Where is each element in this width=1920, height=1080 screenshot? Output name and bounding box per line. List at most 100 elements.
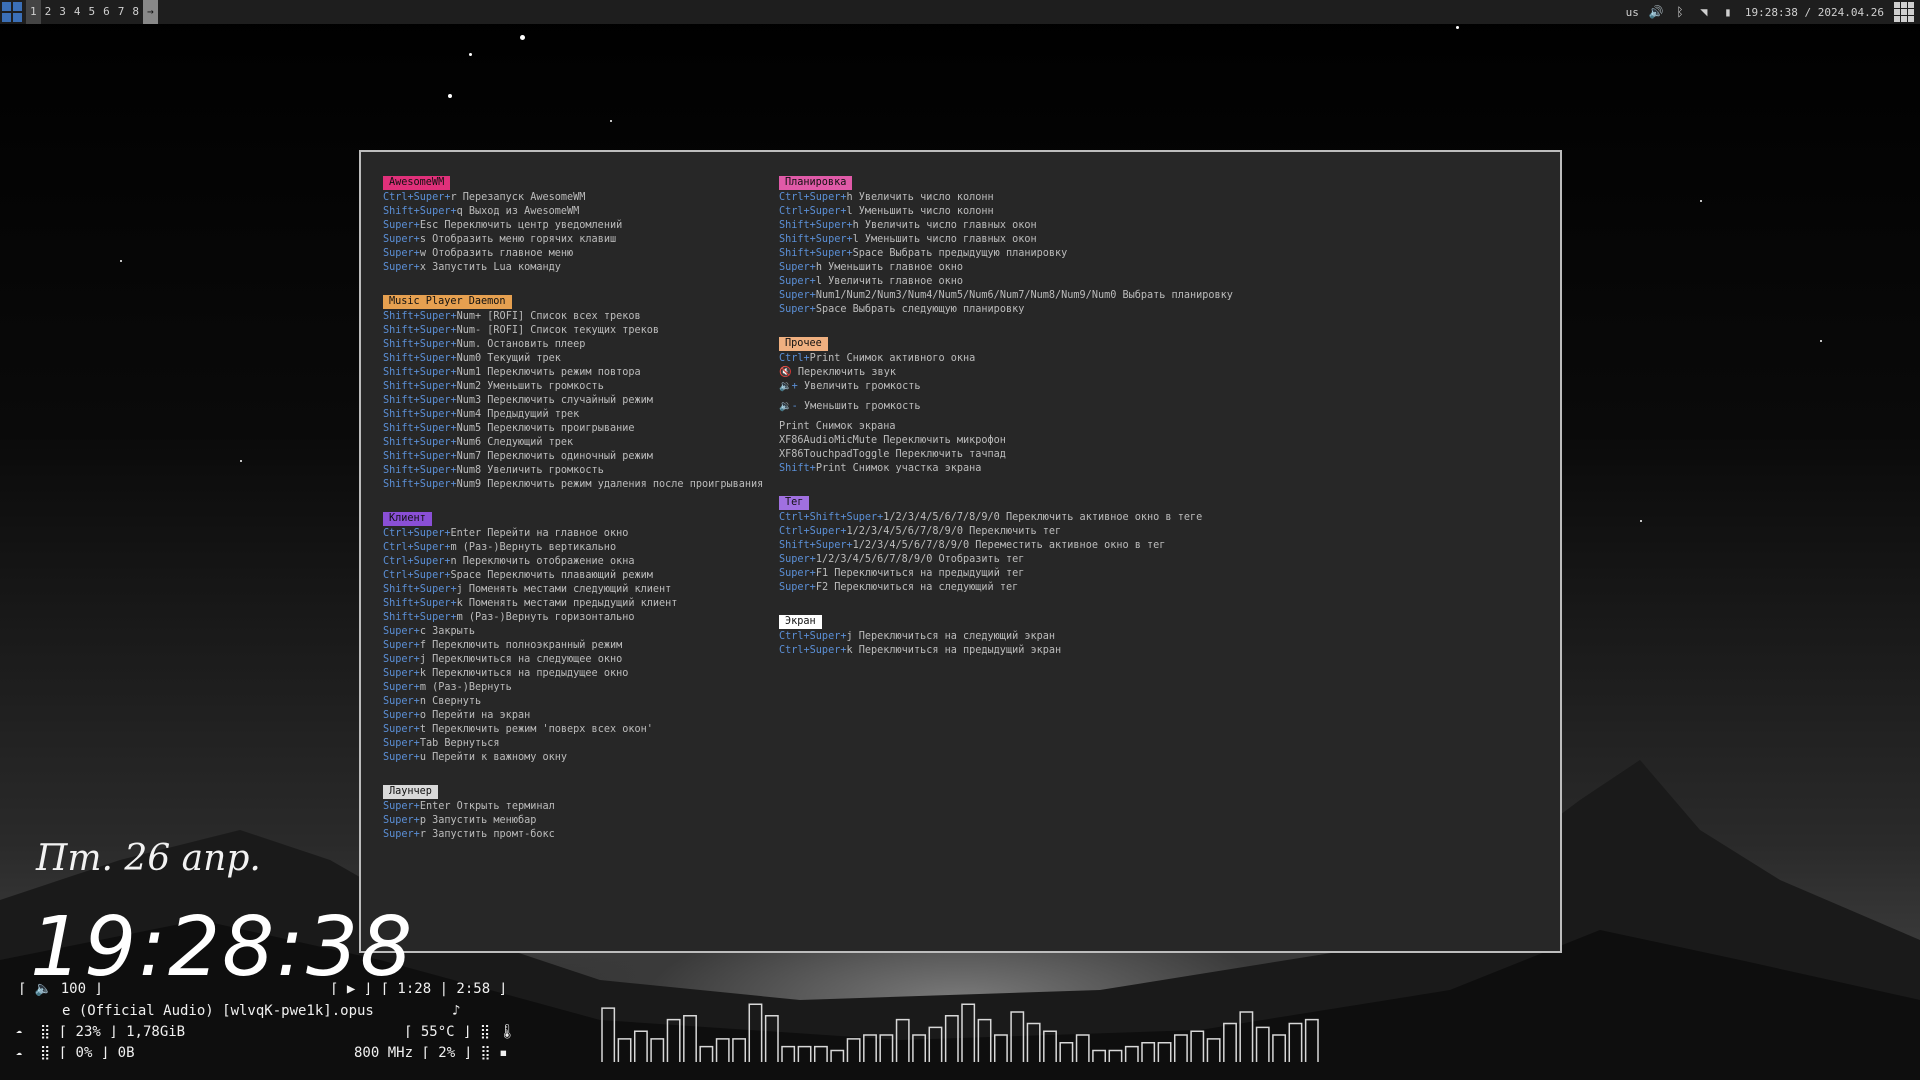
visualizer-bar: [813, 1045, 828, 1062]
wifi-icon[interactable]: ◥: [1697, 5, 1711, 19]
conky-track: e (Official Audio) [wlvqK-pwe1k].opus: [62, 1003, 374, 1019]
hotkey-key: Num1: [456, 367, 482, 378]
hotkey-modifier: Shift+Super+: [779, 540, 853, 551]
hotkey-description: Уменьшить главное окно: [821, 262, 964, 273]
tag-5[interactable]: 5: [85, 0, 100, 24]
hotkey-row: Shift+Super+Num+ [ROFI] Список всех трек…: [383, 310, 763, 324]
hotkey-description: [ROFI] Список всех треков: [481, 311, 641, 322]
hotkey-row: Super+s Отобразить меню горячих клавиш: [383, 233, 763, 247]
hotkey-description: Отобразить главное меню: [425, 248, 574, 259]
hotkey-row: Super+l Увеличить главное окно: [779, 275, 1233, 289]
tag-8[interactable]: 8: [128, 0, 143, 24]
hotkey-description: Переключить полноэкранный режим: [425, 640, 623, 651]
hotkey-description: Переключиться на следующий экран: [852, 631, 1056, 642]
hotkey-row: Super+w Отобразить главное меню: [383, 247, 763, 261]
hotkey-description: Увеличить число колонн: [852, 192, 994, 203]
hotkey-row: Super+Tab Вернуться: [383, 737, 763, 751]
hotkey-modifier: Shift+Super+: [383, 311, 457, 322]
hotkey-row: Ctrl+Super+Space Переключить плавающий р…: [383, 569, 763, 583]
clock[interactable]: 19:28:38 / 2024.04.26: [1745, 6, 1884, 19]
battery-icon[interactable]: ▮: [1721, 5, 1735, 19]
hotkey-key: Space: [852, 248, 884, 259]
awesome-menu-icon[interactable]: [2, 2, 22, 22]
hotkey-description: Выбрать следующую планировку: [846, 304, 1025, 315]
hotkey-modifier: Shift+Super+: [383, 353, 457, 364]
hotkey-key: 1/2/3/4/5/6/7/8/9/0: [815, 554, 933, 565]
music-note-icon: ♪: [452, 1003, 461, 1019]
hotkey-modifier: Super+: [383, 696, 420, 707]
volume-icon[interactable]: 🔊: [1648, 5, 1663, 19]
layout-grid-icon[interactable]: [1894, 2, 1914, 22]
visualizer-bar: [732, 1038, 747, 1062]
hotkey-modifier: Shift+Super+: [383, 381, 457, 392]
hotkey-description: Следующий трек: [481, 437, 574, 448]
hotkey-description: Переключиться на следующий тег: [828, 582, 1019, 593]
hotkey-key: Print: [809, 353, 841, 364]
hotkey-key: Num4: [456, 409, 482, 420]
hotkey-group: Прочее Ctrl+Print Снимок активного окна 🔇 …: [779, 337, 1233, 476]
hotkey-modifier: Ctrl+Super+: [779, 526, 847, 537]
hotkey-modifier: Shift+Super+: [383, 367, 457, 378]
hotkey-description: Увеличить громкость: [481, 465, 604, 476]
hotkey-modifier: Shift+Super+: [383, 479, 457, 490]
visualizer-bar: [748, 1003, 763, 1062]
hotkey-row: Shift+Super+Num4 Предыдущий трек: [383, 408, 763, 422]
hotkeys-column-right: Планировка Ctrl+Super+h Увеличить число к…: [779, 176, 1233, 678]
visualizer-bar: [715, 1038, 730, 1062]
tag-4[interactable]: 4: [70, 0, 85, 24]
top-bar: 12345678 → us 🔊 ᛒ ◥ ▮ 19:28:38 / 2024.04…: [0, 0, 1920, 24]
hotkey-description: Остановить плеер: [481, 339, 586, 350]
hotkey-description: Запустить промт-бокс: [425, 829, 555, 840]
tag-6[interactable]: 6: [99, 0, 114, 24]
hotkey-group: Music Player Daemon Shift+Super+Num+ [ROF…: [383, 295, 763, 492]
hotkey-description: Переключить случайный режим: [481, 395, 653, 406]
visualizer-bar: [993, 1034, 1008, 1062]
hotkey-row: Shift+Super+Num2 Уменьшить громкость: [383, 380, 763, 394]
disk-icon: ☁: [16, 1047, 23, 1058]
hotkey-modifier: Super+: [383, 710, 420, 721]
hotkey-row: Ctrl+Super+h Увеличить число колонн: [779, 191, 1233, 205]
hotkey-description: Поменять местами предыдущий клиент: [462, 598, 678, 609]
hotkey-key: Num1/Num2/Num3/Num4/Num5/Num6/Num7/Num8/…: [815, 290, 1117, 301]
hotkey-row: Super+n Свернуть: [383, 695, 763, 709]
visualizer-bar: [863, 1034, 877, 1062]
visualizer-bar: [830, 1049, 845, 1062]
hotkey-description: Выход из AwesomeWM: [462, 206, 580, 217]
hotkey-key: Num.: [456, 339, 482, 350]
hotkey-modifier: Shift+Super+: [779, 248, 853, 259]
hotkey-description: Переключить плавающий режим: [481, 570, 653, 581]
hotkey-description: Вернуться: [438, 738, 500, 749]
tag-7[interactable]: 7: [114, 0, 129, 24]
visualizer-bar: [1223, 1022, 1237, 1062]
hotkey-row: Ctrl+Super+n Переключить отображение окн…: [383, 555, 763, 569]
hotkey-description: Перейти на главное окно: [481, 528, 629, 539]
hotkey-key: Num2: [456, 381, 482, 392]
hotkey-group-title: Прочее: [779, 337, 828, 351]
hotkey-row: Shift+Super+q Выход из AwesomeWM: [383, 205, 763, 219]
hotkey-modifier: Super+: [779, 304, 816, 315]
visualizer-bar: [1124, 1045, 1139, 1062]
hotkey-row: Super+f Переключить полноэкранный режим: [383, 639, 763, 653]
tag-1[interactable]: 1: [26, 0, 41, 24]
hotkey-modifier: Super+: [383, 640, 420, 651]
hotkey-key: F1: [815, 568, 829, 579]
hotkey-modifier: Super+: [383, 682, 420, 693]
hotkey-row: Shift+Super+Num0 Текущий трек: [383, 352, 763, 366]
tag-2[interactable]: 2: [41, 0, 56, 24]
bluetooth-icon[interactable]: ᛒ: [1673, 5, 1687, 19]
hotkey-description: Переключить микрофон: [877, 435, 1006, 446]
visualizer-bar: [601, 1007, 616, 1062]
hotkey-description: Поменять местами следующий клиент: [462, 584, 672, 595]
hotkey-group-title: Music Player Daemon: [383, 295, 512, 309]
keyboard-layout[interactable]: us: [1626, 6, 1639, 19]
hotkey-group-title: Тег: [779, 496, 810, 510]
hotkey-modifier: Shift+Super+: [383, 465, 457, 476]
hotkey-key: Num5: [456, 423, 482, 434]
hotkey-modifier: Ctrl+Super+: [779, 631, 847, 642]
tag-list: 12345678: [26, 0, 143, 24]
tag-next-icon[interactable]: →: [143, 0, 158, 24]
visualizer-bar: [617, 1038, 632, 1062]
tag-3[interactable]: 3: [55, 0, 70, 24]
hotkey-description: Уменьшить громкость: [797, 401, 921, 412]
hotkey-description: Переключить звук: [791, 367, 896, 378]
